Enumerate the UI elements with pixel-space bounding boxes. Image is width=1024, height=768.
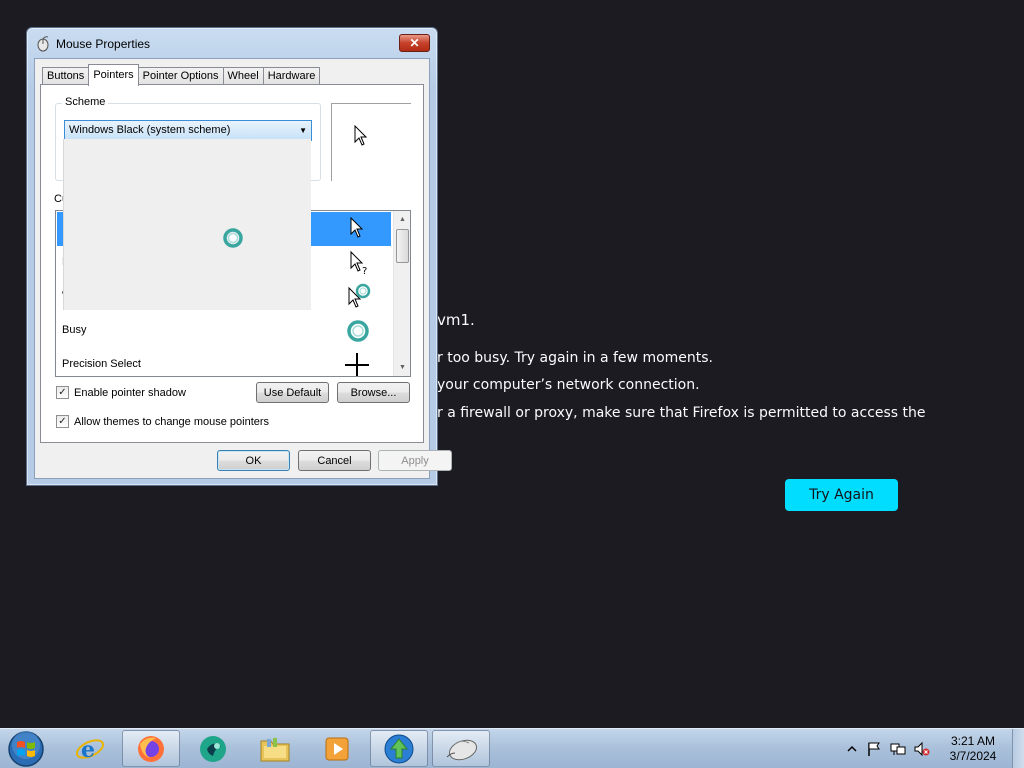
- app-icon: [200, 735, 226, 762]
- mouse-icon: [446, 739, 478, 760]
- list-scrollbar[interactable]: ▲ ▼: [393, 211, 410, 376]
- arrow-cursor-icon: [354, 125, 368, 146]
- taskbar-item-updater[interactable]: [370, 730, 428, 767]
- cancel-button[interactable]: Cancel: [298, 450, 371, 471]
- tab-strip: Buttons Pointers Pointer Options Wheel H…: [42, 64, 321, 86]
- list-item[interactable]: Busy: [57, 314, 391, 348]
- busy-cursor-icon: [347, 320, 369, 342]
- error-hint-2: your computer’s network connection.: [437, 377, 700, 393]
- scheme-dropdown-popup[interactable]: [63, 139, 311, 310]
- cursor-preview: [331, 103, 411, 181]
- enable-pointer-shadow-checkbox[interactable]: ✓ Enable pointer shadow: [56, 386, 186, 399]
- taskbar-item-explorer[interactable]: [246, 730, 304, 767]
- scheme-dropdown[interactable]: Windows Black (system scheme) ▼: [64, 120, 312, 141]
- error-title: vm1.: [437, 311, 475, 329]
- windows-logo-icon: [8, 731, 44, 767]
- use-default-button[interactable]: Use Default: [256, 382, 329, 403]
- close-icon: ✕: [409, 36, 420, 50]
- taskbar-item-app[interactable]: [184, 730, 242, 767]
- arrow-cursor-icon: [350, 216, 364, 238]
- list-item-label: Precision Select: [62, 358, 141, 370]
- chevron-down-icon: ▼: [299, 126, 307, 135]
- show-hidden-icons-icon[interactable]: [844, 741, 860, 757]
- svg-text:e: e: [81, 737, 95, 763]
- scheme-label: Scheme: [62, 96, 109, 108]
- firefox-icon: [138, 735, 164, 762]
- internet-explorer-icon: e: [75, 737, 105, 763]
- working-cursor-icon: [348, 283, 371, 308]
- action-center-flag-icon[interactable]: [866, 741, 882, 757]
- help-cursor-icon: ?: [350, 250, 367, 277]
- dialog-title: Mouse Properties: [56, 37, 151, 51]
- taskbar: e 3:21 AM 3/7/2024: [0, 728, 1024, 768]
- updater-icon: [384, 734, 414, 763]
- scroll-thumb[interactable]: [396, 229, 409, 263]
- taskbar-item-ie[interactable]: e: [61, 730, 119, 767]
- dialog-titlebar[interactable]: Mouse Properties ✕: [27, 28, 437, 58]
- browse-button[interactable]: Browse...: [337, 382, 410, 403]
- scheme-selected-value: Windows Black (system scheme): [69, 124, 231, 136]
- mouse-icon: [37, 36, 49, 52]
- close-button[interactable]: ✕: [399, 34, 430, 52]
- media-player-icon: [325, 737, 349, 760]
- crosshair-cursor-icon: [345, 353, 369, 376]
- file-explorer-icon: [260, 737, 290, 761]
- allow-themes-checkbox[interactable]: ✓ Allow themes to change mouse pointers: [56, 415, 269, 428]
- taskbar-item-mouse[interactable]: [432, 730, 490, 767]
- clock-date: 3/7/2024: [949, 749, 997, 763]
- svg-text:?: ?: [362, 266, 367, 277]
- error-hint-1: r too busy. Try again in a few moments.: [437, 350, 714, 366]
- network-icon[interactable]: [890, 741, 906, 757]
- enable-pointer-shadow-label: Enable pointer shadow: [74, 386, 186, 399]
- error-hint-3: r a firewall or proxy, make sure that Fi…: [437, 405, 926, 421]
- checkbox-check-icon: ✓: [56, 415, 69, 428]
- ok-button[interactable]: OK: [217, 450, 290, 471]
- scroll-up-icon[interactable]: ▲: [394, 211, 410, 228]
- taskbar-item-firefox[interactable]: [122, 730, 180, 767]
- busy-cursor-icon: [223, 228, 243, 248]
- try-again-button[interactable]: Try Again: [785, 479, 898, 511]
- list-item-label: Busy: [62, 324, 87, 336]
- clock-time: 3:21 AM: [950, 734, 996, 748]
- checkbox-check-icon: ✓: [56, 386, 69, 399]
- taskbar-item-media[interactable]: [308, 730, 366, 767]
- start-button[interactable]: [6, 730, 46, 768]
- volume-muted-icon[interactable]: [914, 741, 930, 757]
- system-clock[interactable]: 3:21 AM 3/7/2024: [938, 734, 1008, 764]
- allow-themes-label: Allow themes to change mouse pointers: [74, 415, 270, 428]
- list-item[interactable]: Precision Select: [57, 348, 391, 376]
- tab-pointers[interactable]: Pointers: [88, 64, 139, 86]
- apply-button[interactable]: Apply: [378, 450, 452, 471]
- scroll-down-icon[interactable]: ▼: [394, 359, 410, 376]
- show-desktop-button[interactable]: [1012, 729, 1024, 768]
